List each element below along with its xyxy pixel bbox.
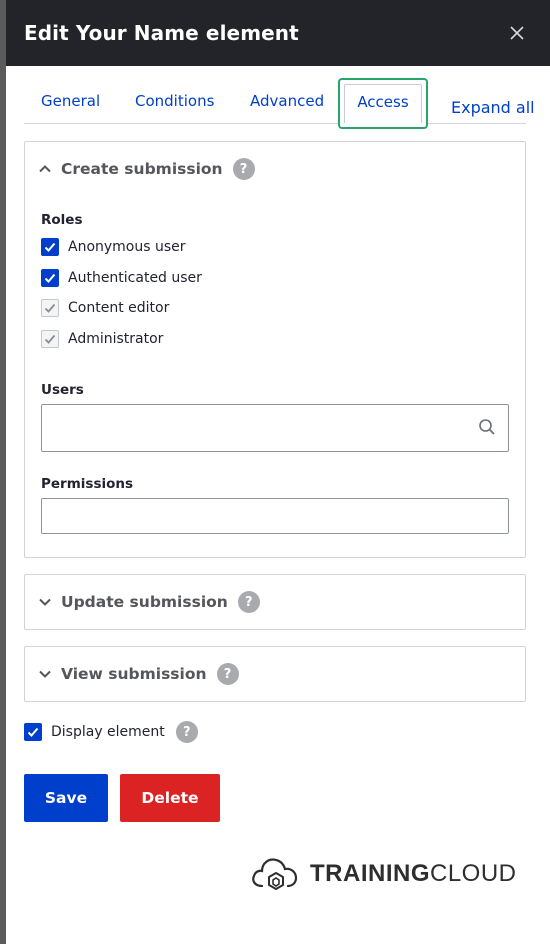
role-label: Authenticated user — [68, 270, 202, 286]
permissions-label: Permissions — [41, 476, 134, 492]
help-icon[interactable]: ? — [216, 663, 239, 685]
tab-conditions[interactable]: Conditions — [135, 78, 214, 124]
tab-general[interactable]: General — [41, 78, 100, 124]
view-submission-panel: View submission ? — [24, 646, 526, 702]
close-icon — [510, 26, 524, 40]
delete-button[interactable]: Delete — [120, 774, 220, 822]
help-icon[interactable]: ? — [232, 158, 255, 180]
view-submission-label: View submission — [61, 665, 207, 683]
users-label: Users — [41, 382, 84, 398]
checkbox-anonymous-user[interactable] — [41, 238, 59, 256]
logo-text: TRAININGCLOUD — [310, 860, 517, 887]
checkmark-icon — [44, 303, 56, 313]
chevron-down-icon — [37, 666, 53, 682]
tab-access[interactable]: Access — [338, 78, 428, 129]
update-submission-label: Update submission — [61, 593, 228, 611]
create-submission-label: Create submission — [61, 160, 223, 178]
role-authenticated-user: Authenticated user — [41, 269, 202, 287]
view-submission-summary[interactable]: View submission ? — [37, 647, 239, 701]
cloud-logo-icon — [252, 858, 298, 890]
checkmark-icon — [27, 727, 39, 737]
save-button[interactable]: Save — [24, 774, 108, 822]
chevron-down-icon — [37, 594, 53, 610]
window-edge — [0, 0, 6, 944]
update-submission-panel: Update submission ? — [24, 574, 526, 630]
role-label: Content editor — [68, 300, 170, 316]
checkmark-icon — [44, 242, 56, 252]
display-element-label: Display element — [51, 724, 165, 740]
display-element-checkbox[interactable] — [24, 723, 42, 741]
checkbox-content-editor — [41, 299, 59, 317]
close-button[interactable] — [506, 22, 528, 44]
checkbox-administrator — [41, 330, 59, 348]
create-submission-summary[interactable]: Create submission ? — [37, 142, 255, 196]
users-autocomplete-input[interactable] — [41, 404, 509, 452]
help-icon[interactable]: ? — [175, 721, 198, 743]
display-element-row: Display element ? — [24, 721, 198, 743]
update-submission-summary[interactable]: Update submission ? — [37, 575, 260, 629]
role-anonymous-user: Anonymous user — [41, 238, 186, 256]
search-icon — [478, 418, 513, 440]
checkmark-icon — [44, 273, 56, 283]
dialog-title: Edit Your Name element — [24, 21, 299, 45]
checkbox-authenticated-user[interactable] — [41, 269, 59, 287]
dialog-titlebar: Edit Your Name element — [6, 0, 550, 66]
create-submission-panel: Create submission ? Roles Anonymous user… — [24, 141, 526, 558]
trainingcloud-logo: TRAININGCLOUD — [250, 854, 517, 894]
checkmark-icon — [44, 334, 56, 344]
role-label: Administrator — [68, 331, 164, 347]
role-administrator: Administrator — [41, 330, 163, 348]
expand-all-link[interactable]: Expand all — [451, 98, 535, 117]
role-content-editor: Content editor — [41, 299, 169, 317]
roles-label: Roles — [41, 212, 83, 228]
tab-advanced[interactable]: Advanced — [250, 78, 324, 124]
chevron-up-icon — [37, 161, 53, 177]
tab-access-label: Access — [357, 92, 409, 111]
permissions-input[interactable] — [41, 498, 509, 534]
help-icon[interactable]: ? — [237, 591, 260, 613]
role-label: Anonymous user — [68, 239, 186, 255]
